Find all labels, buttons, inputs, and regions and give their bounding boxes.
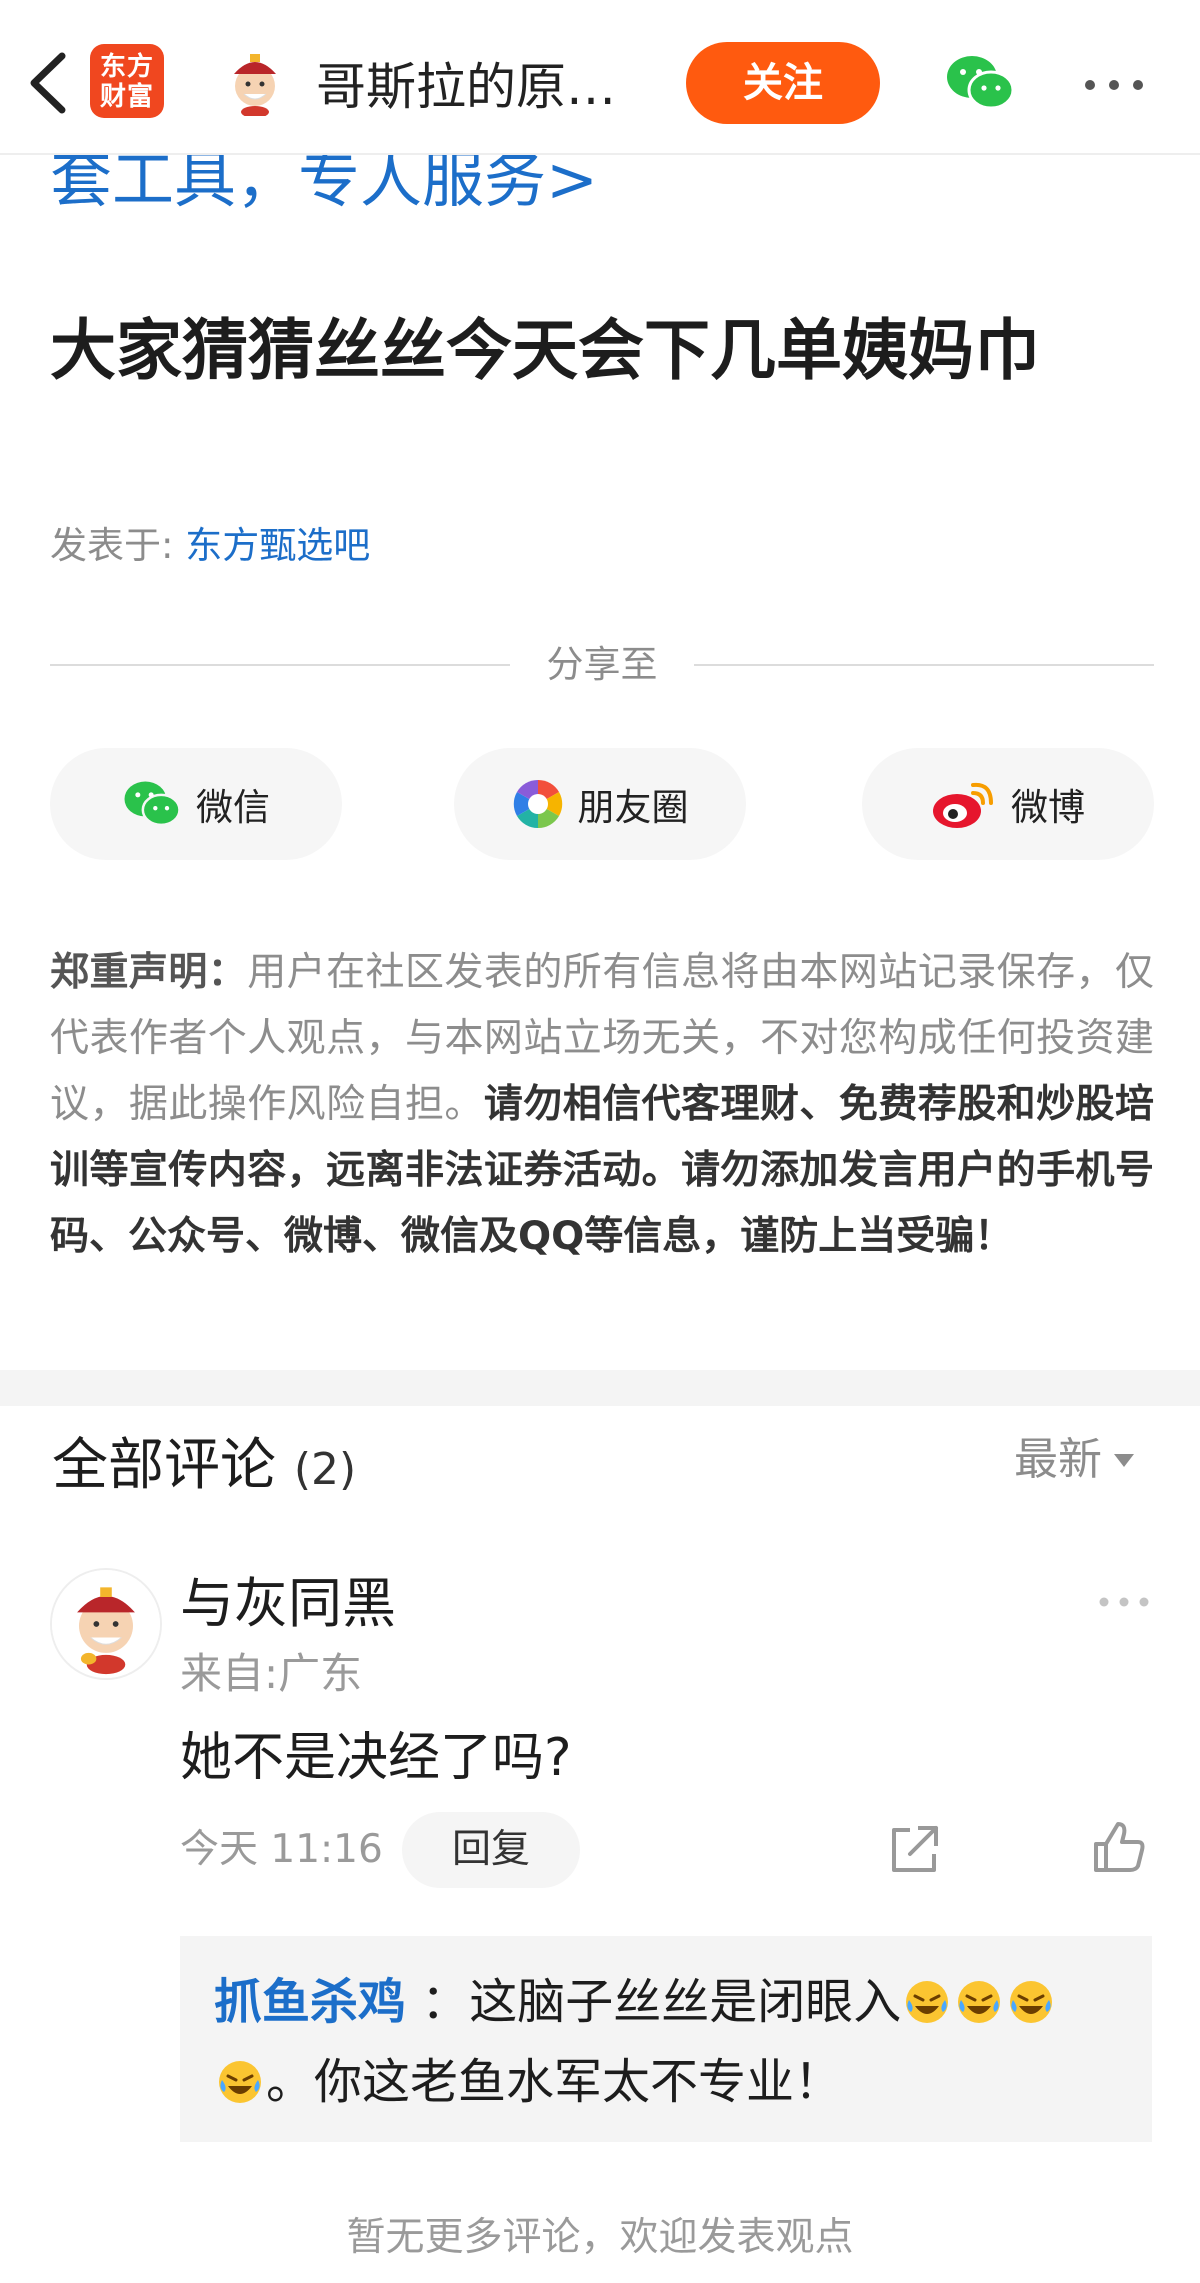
share-moments-label: 朋友圈 bbox=[577, 786, 689, 829]
reply-user[interactable]: 抓鱼杀鸡 bbox=[214, 1974, 406, 2030]
comments-count: (2) bbox=[293, 1444, 357, 1495]
top-nav-bar: 东方 财富 哥斯拉的原… 关注 bbox=[0, 0, 1200, 155]
share-wechat-label: 微信 bbox=[196, 786, 270, 829]
disclaimer: 郑重声明：用户在社区发表的所有信息将由本网站记录保存，仅代表作者个人观点，与本网… bbox=[50, 940, 1154, 1270]
laughing-crying-emoji-icon bbox=[906, 1981, 949, 2023]
comments-title: 全部评论 bbox=[52, 1433, 276, 1498]
back-arrow-icon[interactable] bbox=[18, 46, 78, 120]
forum-link[interactable]: 东方甄选吧 bbox=[185, 524, 370, 567]
share-wechat-button[interactable]: 微信 bbox=[50, 748, 342, 860]
nav-title[interactable]: 哥斯拉的原… bbox=[316, 52, 636, 122]
share-divider: 分享至 bbox=[50, 640, 1154, 690]
no-more-comments: 暂无更多评论，欢迎发表观点 bbox=[346, 2215, 854, 2260]
share-weibo-label: 微博 bbox=[1011, 786, 1085, 829]
disclaimer-heading: 郑重声明： bbox=[50, 950, 248, 995]
reply-text-after: 。你这老鱼水军太不专业！ bbox=[266, 2054, 843, 2110]
moments-icon bbox=[513, 779, 562, 829]
sort-dropdown[interactable]: 最新 bbox=[1014, 1428, 1134, 1492]
author-avatar[interactable] bbox=[222, 50, 288, 116]
comments-header: 全部评论 (2) bbox=[52, 1430, 356, 1506]
share-moments-button[interactable]: 朋友圈 bbox=[454, 748, 746, 860]
comment-text: 她不是决经了吗? bbox=[180, 1728, 572, 1788]
weibo-icon bbox=[933, 782, 993, 828]
divider-line-right bbox=[694, 664, 1154, 666]
share-weibo-button[interactable]: 微博 bbox=[862, 748, 1154, 860]
laughing-crying-emoji-icon bbox=[219, 2061, 261, 2103]
logo-line-1: 东方 bbox=[99, 52, 154, 82]
follow-button[interactable]: 关注 bbox=[686, 42, 880, 124]
reply-quote[interactable]: 抓鱼杀鸡 ：这脑子丝丝是闭眼入。你这老鱼水军太不专业！ bbox=[180, 1936, 1152, 2142]
posted-in-label: 发表于: bbox=[50, 524, 186, 567]
commenter-avatar[interactable] bbox=[50, 1568, 162, 1680]
logo-line-2: 财富 bbox=[99, 82, 154, 112]
wechat-icon bbox=[124, 781, 181, 827]
caret-down-icon bbox=[1114, 1453, 1134, 1467]
reply-separator: ： bbox=[406, 1974, 470, 2030]
sort-label: 最新 bbox=[1014, 1434, 1102, 1485]
section-divider bbox=[0, 1370, 1200, 1406]
wechat-icon[interactable] bbox=[944, 52, 1016, 114]
thumbs-up-icon[interactable] bbox=[1090, 1818, 1148, 1876]
laughing-crying-emoji-icon bbox=[958, 1981, 1001, 2023]
reply-button[interactable]: 回复 bbox=[402, 1812, 580, 1888]
laughing-crying-emoji-icon bbox=[1010, 1981, 1053, 2023]
comment-time: 今天 11:16 bbox=[180, 1827, 383, 1872]
post-title: 大家猜猜丝丝今天会下几单姨妈巾 bbox=[50, 312, 1040, 389]
share-external-icon[interactable] bbox=[886, 1822, 942, 1878]
comment-more-icon[interactable] bbox=[1098, 1590, 1150, 1614]
commenter-name[interactable]: 与灰同黑 bbox=[180, 1568, 396, 1640]
reply-text-before: 这脑子丝丝是闭眼入 bbox=[469, 1974, 902, 2030]
posted-in-line: 发表于: 东方甄选吧 bbox=[50, 520, 370, 572]
commenter-location: 来自:广东 bbox=[180, 1649, 363, 1698]
more-options-icon[interactable] bbox=[1082, 70, 1192, 100]
app-logo[interactable]: 东方 财富 bbox=[90, 44, 164, 118]
